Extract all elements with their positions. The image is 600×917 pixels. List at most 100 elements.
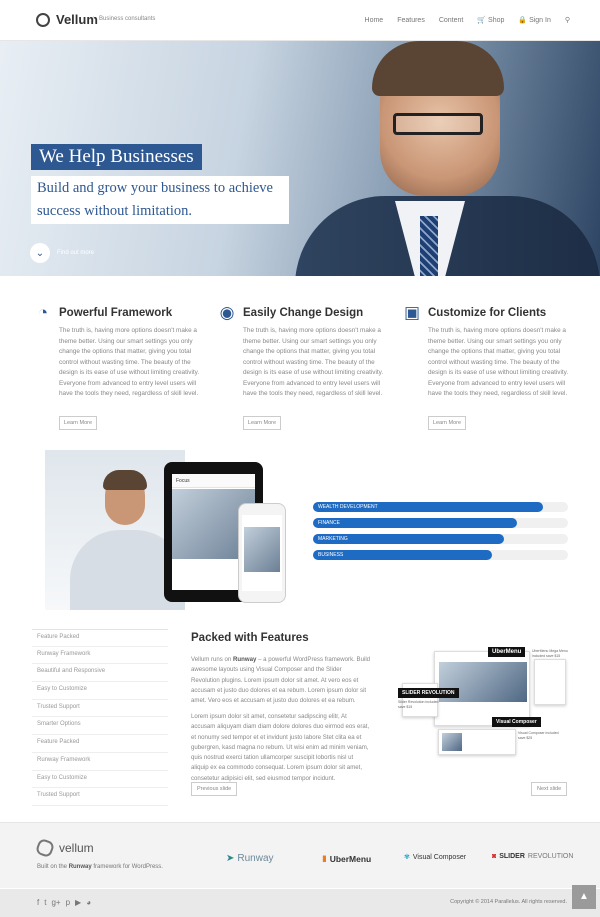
learn-more-button[interactable]: Learn More xyxy=(59,416,97,430)
ubermenu-badge: UberMenu xyxy=(488,647,526,657)
feature-title: Customize for Clients xyxy=(428,307,547,319)
tab-item[interactable]: Feature Packed xyxy=(32,629,168,647)
tab-item[interactable]: Feature Packed xyxy=(32,735,168,753)
pinterest-icon[interactable]: p xyxy=(66,898,70,907)
brand-ubermenu[interactable]: ▮ UberMenu xyxy=(322,853,371,864)
vc-note: Visual Composer included save $25 xyxy=(518,731,559,740)
footer-text: framework for WordPress. xyxy=(91,864,163,870)
chevron-down-icon: ⌄ xyxy=(30,243,50,263)
facebook-icon[interactable]: f xyxy=(37,898,39,907)
nav-signin[interactable]: 🔒 Sign In xyxy=(518,16,550,24)
copyright-text: Copyright © 2014 Parallelus. All rights … xyxy=(450,899,567,905)
social-links: f t g+ p ▶ ◕ xyxy=(37,898,91,907)
logo-text: Vellum xyxy=(56,12,98,27)
lock-icon: 🔒 xyxy=(518,17,528,24)
tab-item[interactable]: Beautiful and Responsive xyxy=(32,664,168,683)
tab-item[interactable]: Smarter Options xyxy=(32,717,168,736)
brand-visual-composer[interactable]: ✾ Visual Composer xyxy=(404,853,467,862)
hero-cta-label: Find out more xyxy=(57,250,95,256)
learn-more-button[interactable]: Learn More xyxy=(243,416,281,430)
twitter-icon[interactable]: t xyxy=(44,898,46,907)
phone-hero-image xyxy=(244,527,280,572)
skill-bar-label: WEALTH DEVELOPMENT xyxy=(318,504,378,510)
nav-home[interactable]: Home xyxy=(365,17,384,24)
tab-item[interactable]: Trusted Support xyxy=(32,788,168,806)
brand-vc-label: Visual Composer xyxy=(412,853,467,861)
cart-icon: 🛒 xyxy=(477,17,487,24)
site-logo[interactable]: Vellum xyxy=(36,12,98,27)
feature-title: Easily Change Design xyxy=(243,307,364,319)
main-nav: Home Features Content 🛒 Shop 🔒 Sign In ⚲ xyxy=(365,16,570,25)
feature-body: The truth is, having more options doesn'… xyxy=(59,327,200,397)
brand-runway[interactable]: ➤ Runway xyxy=(226,853,274,864)
hero-photo-tie xyxy=(420,216,438,276)
showcase-photo-hair xyxy=(103,470,147,490)
packed-runway-link: Runway xyxy=(233,656,257,663)
packed-text: – a powerful WordPress framework. Build … xyxy=(191,656,371,705)
feature-tab-list: Feature Packed Runway Framework Beautifu… xyxy=(32,629,168,806)
site-tagline: Business consultants xyxy=(93,16,155,22)
footer-text: Built on the xyxy=(37,864,69,870)
site-header: Vellum Business consultants Home Feature… xyxy=(0,0,600,41)
logo-mark-icon xyxy=(36,12,50,27)
learn-more-button[interactable]: Learn More xyxy=(428,416,466,430)
nav-signin-label: Sign In xyxy=(529,17,551,24)
hero-find-out-more[interactable]: ⌄ Find out more xyxy=(30,243,94,263)
skill-bar-fill xyxy=(313,518,517,528)
tablet-site-header: Focus xyxy=(172,474,255,488)
packed-paragraph-1: Vellum runs on Runway – a powerful WordP… xyxy=(191,655,371,706)
brand-ubermenu-label: UberMenu xyxy=(329,853,372,864)
feature-body: The truth is, having more options doesn'… xyxy=(428,327,569,397)
phone-mockup xyxy=(238,503,286,603)
slider-revolution-logo-icon: ◙ xyxy=(492,853,497,860)
packed-paragraph-2: Lorem ipsum dolor sit amet, consetetur s… xyxy=(191,713,370,782)
packed-title: Packed with Features xyxy=(191,632,309,644)
skill-bar-label: MARKETING xyxy=(318,536,348,542)
phone-screen xyxy=(242,515,282,591)
search-icon[interactable]: ⚲ xyxy=(565,16,570,24)
previous-slide-button[interactable]: Previous slide xyxy=(191,782,238,796)
slider-revolution-badge: SLIDER REVOLUTION xyxy=(398,688,459,698)
paper-plane-icon: ➤ xyxy=(226,853,235,864)
ubermenu-note: UberMenu Mega Menu included save $15 xyxy=(532,649,568,658)
dashboard-icon: ◔ xyxy=(37,303,49,322)
back-to-top-button[interactable]: ▲ xyxy=(572,885,596,909)
next-slide-button[interactable]: Next slide xyxy=(531,782,568,796)
skill-bar: MARKETING xyxy=(313,534,568,544)
tab-item[interactable]: Trusted Support xyxy=(32,700,168,718)
nav-content[interactable]: Content xyxy=(439,17,464,24)
tab-item[interactable]: Runway Framework xyxy=(32,647,168,665)
skill-bar: BUSINESS xyxy=(313,550,568,560)
brand-slider-label-a: SLIDER xyxy=(499,853,525,860)
hero-photo-hair xyxy=(372,41,504,96)
tab-item[interactable]: Easy to Customize xyxy=(32,771,168,789)
footer-logo-text: vellum xyxy=(59,841,94,855)
youtube-icon[interactable]: ▶ xyxy=(75,898,81,907)
ubermenu-logo-icon: ▮ xyxy=(322,853,327,863)
hero-title: We Help Businesses xyxy=(31,144,202,170)
hero-subtitle: Build and grow your business to achieve … xyxy=(31,176,289,224)
feature-body: The truth is, having more options doesn'… xyxy=(243,327,384,397)
brand-runway-label: Runway xyxy=(237,853,274,864)
nav-shop[interactable]: 🛒 Shop xyxy=(477,16,504,24)
skill-bar-label: BUSINESS xyxy=(318,552,344,558)
collage-vc-screen xyxy=(438,729,516,755)
tab-item[interactable]: Runway Framework xyxy=(32,753,168,771)
nav-features[interactable]: Features xyxy=(397,17,425,24)
footer-runway-link[interactable]: Runway xyxy=(69,864,92,870)
site-footer: vellum Built on the Runway framework for… xyxy=(0,822,600,888)
footer-bottom-bar: f t g+ p ▶ ◕ Copyright © 2014 Parallelus… xyxy=(0,889,600,917)
hero-photo-glasses xyxy=(393,113,483,135)
footer-built-on: Built on the Runway framework for WordPr… xyxy=(37,864,163,870)
brand-slider-revolution[interactable]: ◙ SLIDER REVOLUTION xyxy=(492,853,573,860)
visual-composer-badge: Visual Composer xyxy=(492,717,541,727)
tab-item[interactable]: Easy to Customize xyxy=(32,682,168,700)
collage-ubermenu-screen xyxy=(534,659,566,705)
skill-bar-label: FINANCE xyxy=(318,520,340,526)
skill-bar: WEALTH DEVELOPMENT xyxy=(313,502,568,512)
nav-shop-label: Shop xyxy=(488,17,505,24)
slider-note: Slider Revolution included save $15 xyxy=(398,700,439,709)
google-plus-icon[interactable]: g+ xyxy=(51,898,60,907)
github-icon[interactable]: ◕ xyxy=(86,898,91,907)
footer-logo[interactable]: vellum xyxy=(34,837,94,859)
